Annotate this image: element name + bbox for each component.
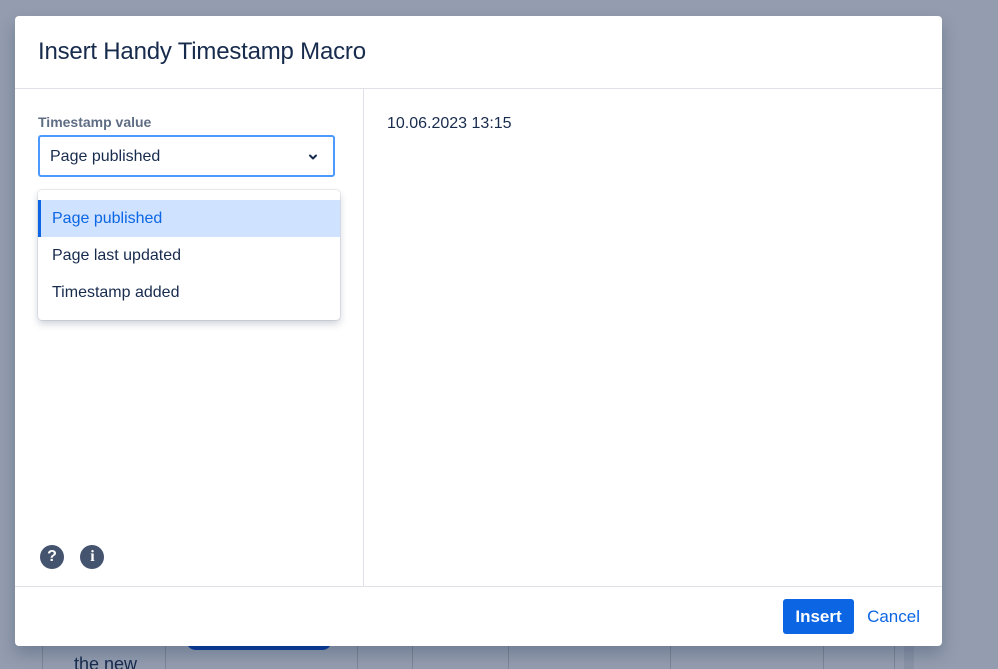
cancel-button[interactable]: Cancel (867, 599, 920, 634)
select-current-value: Page published (50, 148, 161, 165)
insert-button[interactable]: Insert (783, 599, 854, 634)
chevron-down-icon (309, 154, 317, 160)
settings-panel: Timestamp value Page published Page publ… (15, 88, 364, 586)
preview-panel: 10.06.2023 13:15 (364, 88, 942, 586)
macro-dialog: Insert Handy Timestamp Macro Timestamp v… (15, 16, 942, 646)
timestamp-value-select[interactable]: Page published (38, 135, 335, 177)
option-page-published[interactable]: Page published (38, 200, 340, 237)
info-icon[interactable]: i (80, 545, 105, 569)
dialog-body: Timestamp value Page published Page publ… (15, 88, 942, 586)
dialog-header: Insert Handy Timestamp Macro (15, 16, 942, 89)
timestamp-value-label: Timestamp value (38, 114, 152, 130)
help-icon[interactable]: ? (40, 545, 64, 569)
timestamp-value-dropdown: Page published Page last updated Timesta… (38, 190, 340, 320)
option-timestamp-added[interactable]: Timestamp added (38, 274, 340, 311)
option-page-last-updated[interactable]: Page last updated (38, 237, 340, 274)
dialog-title: Insert Handy Timestamp Macro (38, 38, 366, 65)
timestamp-preview: 10.06.2023 13:15 (387, 115, 512, 132)
help-icons: ? i (40, 545, 116, 569)
background-table-cell-text: the new (74, 654, 138, 669)
dialog-footer: Insert Cancel (15, 586, 942, 647)
